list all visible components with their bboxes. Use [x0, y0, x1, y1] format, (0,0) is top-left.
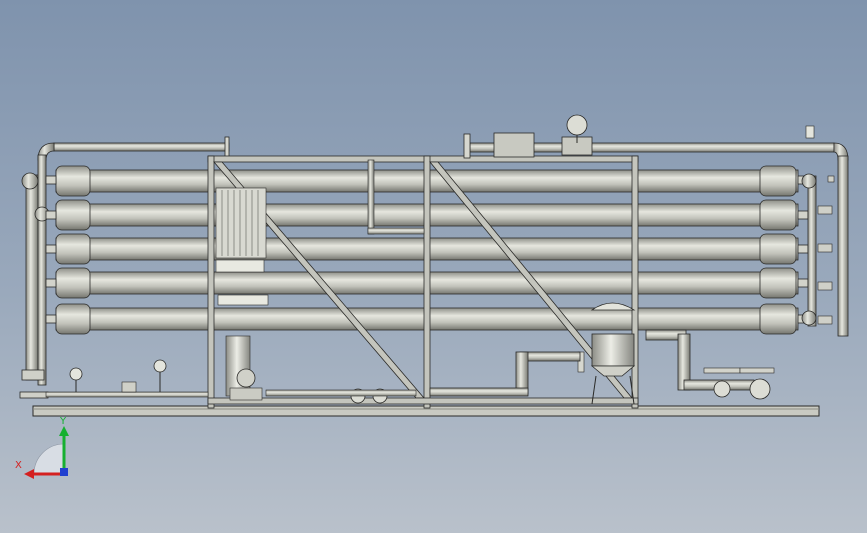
x-axis-label: X [15, 460, 22, 471]
triad-plane [33, 443, 65, 475]
cad-viewport[interactable]: Y X [0, 0, 867, 533]
z-axis-end [60, 468, 68, 476]
coordinate-triad[interactable]: Y X [15, 416, 69, 479]
right-manifold [801, 155, 849, 337]
y-axis-label: Y [59, 416, 67, 427]
left-manifold [19, 154, 50, 399]
y-axis-arrow [59, 426, 69, 436]
lower-pipework [265, 351, 581, 404]
top-left-header-pipe [37, 136, 230, 161]
outlet-pipework [645, 329, 775, 400]
x-axis-arrow [24, 469, 34, 479]
lower-left-instruments [45, 359, 209, 398]
top-right-header [463, 114, 849, 161]
ro-skid-model[interactable]: Y X [0, 0, 867, 533]
